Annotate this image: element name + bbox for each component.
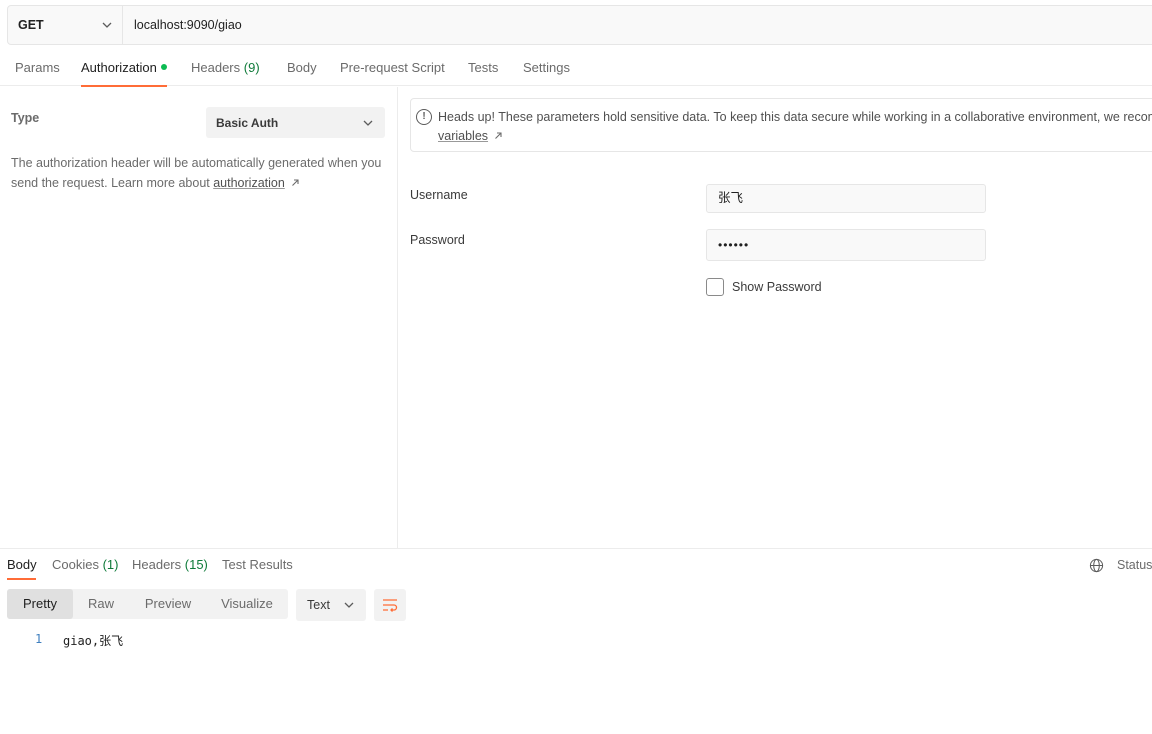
info-icon: ! — [416, 109, 432, 125]
tab-authorization[interactable]: Authorization — [81, 48, 167, 87]
view-pretty[interactable]: Pretty — [7, 589, 73, 619]
auth-type-value: Basic Auth — [216, 115, 279, 130]
chevron-down-icon — [363, 120, 373, 126]
format-value: Text — [307, 598, 330, 612]
method-label: GET — [18, 18, 44, 32]
auth-type-pane: Type Basic Auth The authorization header… — [0, 87, 398, 548]
format-select[interactable]: Text — [296, 589, 366, 621]
response-view-selector: Pretty Raw Preview Visualize — [7, 589, 288, 619]
chevron-down-icon — [344, 602, 354, 608]
show-password-checkbox[interactable] — [706, 278, 724, 296]
username-label: Username — [410, 188, 468, 202]
tab-headers[interactable]: Headers (9) — [191, 48, 260, 86]
tab-settings[interactable]: Settings — [523, 48, 570, 86]
globe-icon[interactable] — [1089, 558, 1104, 573]
request-tabs: Params Authorization Headers (9) Body Pr… — [0, 48, 1152, 87]
external-arrow-icon — [292, 179, 299, 186]
tab-tests[interactable]: Tests — [468, 48, 498, 86]
auth-type-label: Type — [11, 111, 40, 125]
password-label: Password — [410, 233, 465, 247]
wrap-lines-button[interactable] — [374, 589, 406, 621]
chevron-down-icon — [102, 22, 112, 28]
active-response-tab-underline — [7, 578, 36, 580]
response-tab-headers[interactable]: Headers (15) — [132, 557, 208, 572]
sensitive-data-notice: ! Heads up! These parameters hold sensit… — [410, 98, 1152, 152]
variables-link[interactable]: variables — [438, 129, 488, 143]
password-field[interactable]: •••••• — [706, 229, 986, 261]
view-preview[interactable]: Preview — [135, 589, 201, 619]
method-select[interactable]: GET — [8, 6, 123, 44]
view-visualize[interactable]: Visualize — [213, 589, 281, 619]
view-raw[interactable]: Raw — [77, 589, 125, 619]
response-tab-body[interactable]: Body — [7, 557, 37, 572]
tab-params[interactable]: Params — [15, 48, 60, 86]
url-input[interactable]: localhost:9090/giao — [123, 18, 242, 32]
authorization-link[interactable]: authorization — [213, 176, 285, 190]
active-indicator-dot — [160, 64, 167, 70]
external-arrow-icon — [494, 132, 502, 139]
auth-type-select[interactable]: Basic Auth — [206, 107, 385, 138]
code-line: giao,张飞 — [63, 634, 124, 648]
url-bar: GET localhost:9090/giao — [7, 5, 1152, 45]
auth-description: The authorization header will be automat… — [11, 156, 382, 190]
tab-body[interactable]: Body — [287, 48, 317, 86]
wrap-lines-icon — [383, 599, 398, 612]
response-tabs: Body Cookies (1) Headers (15) Test Resul… — [0, 549, 1152, 581]
status-label: Status: — [1117, 558, 1152, 572]
response-tab-cookies[interactable]: Cookies (1) — [52, 557, 118, 572]
response-tab-test-results[interactable]: Test Results — [222, 557, 293, 572]
tab-pre-request-script[interactable]: Pre-request Script — [340, 48, 445, 86]
show-password-label[interactable]: Show Password — [732, 280, 822, 294]
line-number: 1 — [35, 632, 43, 646]
username-field[interactable]: 张飞 — [706, 184, 986, 213]
